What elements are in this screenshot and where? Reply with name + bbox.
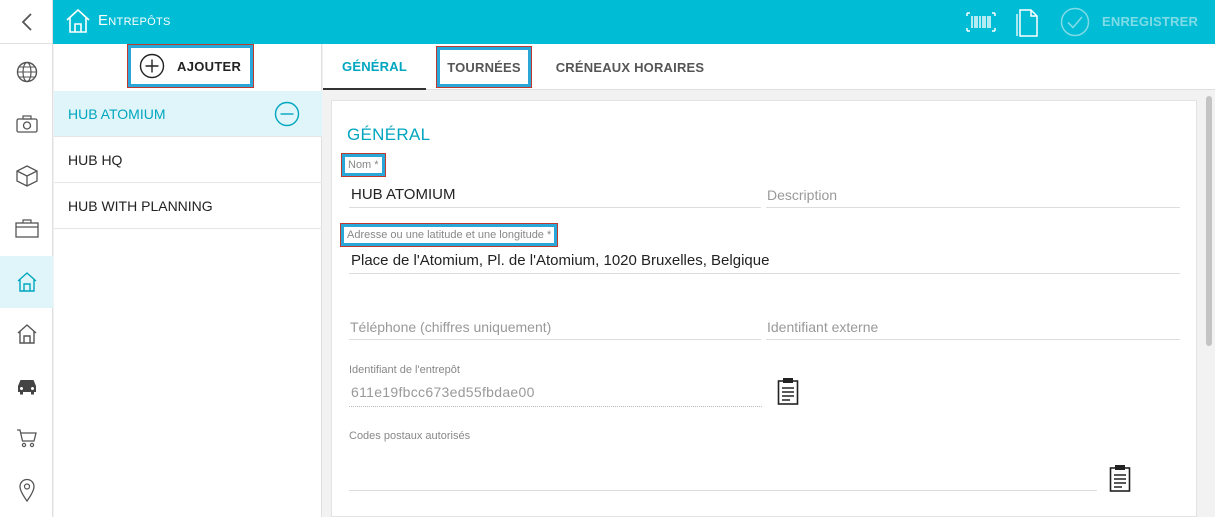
- section-title: GÉNÉRAL: [347, 125, 431, 144]
- plus-circle-icon: [139, 53, 165, 79]
- minus-circle-icon[interactable]: [274, 101, 300, 127]
- warehouse-id-label: Identifiant de l'entrepôt: [349, 364, 460, 376]
- address-field[interactable]: Place de l'Atomium, Pl. de l'Atomium, 10…: [351, 252, 769, 269]
- list-item-label: HUB WITH PLANNING: [68, 197, 213, 214]
- house-icon: [17, 324, 36, 344]
- rail-item-warehouses[interactable]: [0, 256, 53, 308]
- list-item-label: HUB HQ: [68, 151, 123, 168]
- document-icon[interactable]: [1016, 9, 1038, 37]
- phone-field-underline: [349, 339, 761, 340]
- name-label: Nom *: [341, 153, 386, 177]
- barcode-icon[interactable]: [966, 12, 996, 32]
- address-field-underline: [349, 273, 1180, 274]
- tab-creneaux-horaires[interactable]: CRÉNEAUX HORAIRES: [545, 44, 715, 90]
- rail-item-globe[interactable]: [0, 46, 53, 98]
- rail-item-camera[interactable]: [0, 98, 53, 150]
- chevron-left-icon: [21, 12, 32, 31]
- top-bar: Entrepôts ENREGISTRER: [53, 0, 1215, 44]
- add-button[interactable]: AJOUTER: [127, 44, 254, 88]
- scrollbar-thumb[interactable]: [1206, 96, 1212, 346]
- description-field-underline: [766, 207, 1180, 208]
- pin-icon: [18, 478, 35, 502]
- left-rail: [0, 0, 53, 517]
- save-button[interactable]: ENREGISTRER: [1102, 14, 1198, 29]
- name-field-underline: [349, 207, 761, 208]
- external-id-field-underline: [766, 339, 1180, 340]
- tab-tournees[interactable]: TOURNÉES: [436, 46, 532, 88]
- list-item[interactable]: HUB HQ: [54, 137, 322, 183]
- briefcase-icon: [14, 219, 39, 238]
- back-button[interactable]: [0, 0, 53, 44]
- warehouse-id-field: 611e19fbcc673ed55fbdae00: [351, 384, 535, 400]
- check-circle-icon[interactable]: [1060, 7, 1090, 37]
- globe-icon: [16, 61, 37, 83]
- address-label: Adresse ou une latitude et une longitude…: [339, 223, 559, 247]
- warehouse-list-panel: AJOUTER HUB ATOMIUM HUB HQ HUB WITH PLAN…: [54, 44, 322, 517]
- rail-item-car[interactable]: [0, 360, 53, 412]
- list-item[interactable]: HUB WITH PLANNING: [54, 183, 322, 229]
- phone-field[interactable]: Téléphone (chiffres uniquement): [350, 319, 551, 335]
- external-id-field[interactable]: Identifiant externe: [767, 319, 878, 335]
- list-item[interactable]: HUB ATOMIUM: [54, 91, 322, 137]
- list-item-label: HUB ATOMIUM: [68, 105, 166, 122]
- clipboard-icon[interactable]: [1109, 464, 1131, 492]
- rail-item-box[interactable]: [0, 150, 53, 202]
- rail-item-briefcase[interactable]: [0, 202, 53, 254]
- tab-general[interactable]: GÉNÉRAL: [323, 44, 426, 90]
- app: Entrepôts ENREGISTRER AJOUTER HUB ATOMIU…: [0, 0, 1215, 517]
- warehouse-id-underline: [349, 406, 762, 407]
- rail-item-house[interactable]: [0, 308, 53, 360]
- postal-codes-label: Codes postaux autorisés: [349, 430, 471, 442]
- rail-item-pin[interactable]: [0, 464, 53, 516]
- home-icon: [66, 8, 90, 33]
- box-icon: [15, 165, 38, 187]
- page-title: Entrepôts: [98, 12, 171, 29]
- name-field[interactable]: HUB ATOMIUM: [351, 186, 455, 203]
- camera-icon: [15, 115, 38, 133]
- add-button-label: AJOUTER: [177, 58, 242, 74]
- cart-icon: [16, 429, 37, 448]
- general-form-card: GÉNÉRAL Nom * HUB ATOMIUM Description Ad…: [331, 100, 1197, 517]
- car-icon: [17, 380, 36, 395]
- description-field[interactable]: Description: [767, 187, 837, 203]
- warehouse-icon: [17, 272, 36, 292]
- clipboard-icon[interactable]: [777, 377, 799, 405]
- tab-bar: GÉNÉRAL TOURNÉES CRÉNEAUX HORAIRES: [323, 44, 1215, 90]
- rail-item-cart[interactable]: [0, 412, 53, 464]
- postal-codes-field[interactable]: [349, 490, 1097, 491]
